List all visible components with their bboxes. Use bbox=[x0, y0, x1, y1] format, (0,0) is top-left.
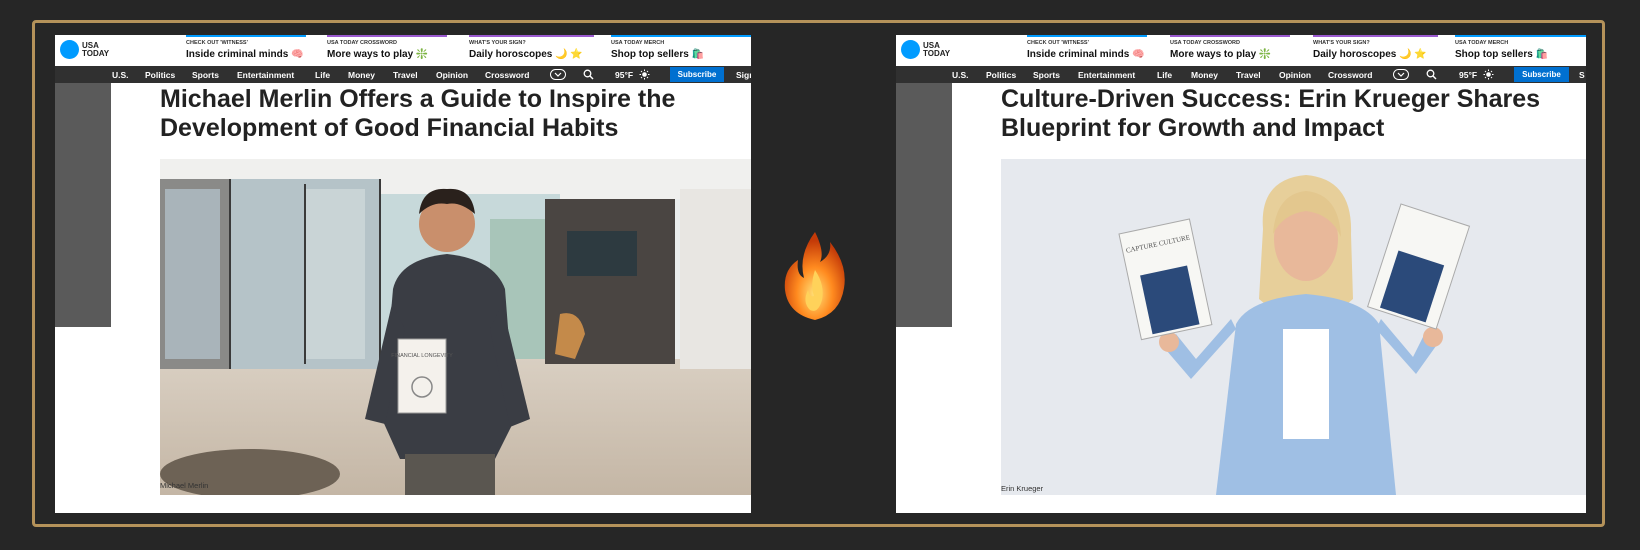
nav-entertainment[interactable]: Entertainment bbox=[237, 70, 294, 80]
nav-crossword[interactable]: Crossword bbox=[485, 70, 529, 80]
subscribe-button[interactable]: Subscribe bbox=[1514, 67, 1569, 82]
fire-icon bbox=[784, 232, 845, 320]
nav-bar: U.S. Politics Sports Entertainment Life … bbox=[55, 66, 751, 83]
article-photo-erin: CAPTURE CULTURE bbox=[1001, 159, 1586, 495]
header-bar: USA TODAY CHECK OUT 'WITNESS' Inside cri… bbox=[55, 35, 751, 66]
promo-witness[interactable]: CHECK OUT 'WITNESS' Inside criminal mind… bbox=[1027, 35, 1147, 66]
grey-sidebar bbox=[55, 83, 111, 327]
promo-horoscopes[interactable]: WHAT'S YOUR SIGN? Daily horoscopes 🌙 ⭐ bbox=[1313, 35, 1438, 66]
article-screenshot-right: USA TODAY CHECK OUT 'WITNESS' Inside cri… bbox=[896, 35, 1586, 513]
nav-money[interactable]: Money bbox=[348, 70, 375, 80]
article-headline: Culture-Driven Success: Erin Krueger Sha… bbox=[1001, 85, 1541, 142]
nav-entertainment[interactable]: Entertainment bbox=[1078, 70, 1135, 80]
promo-title: More ways to play ❇️ bbox=[1170, 49, 1272, 60]
nav-bar: U.S. Politics Sports Entertainment Life … bbox=[896, 66, 1586, 83]
nav-us[interactable]: U.S. bbox=[112, 70, 129, 80]
nav-crossword[interactable]: Crossword bbox=[1328, 70, 1372, 80]
logo-circle-icon bbox=[60, 40, 79, 59]
promo-title: Daily horoscopes 🌙 ⭐ bbox=[469, 49, 583, 60]
logo-line2: TODAY bbox=[82, 48, 110, 58]
promo-merch[interactable]: USA TODAY MERCH Shop top sellers 🛍️ bbox=[1455, 35, 1586, 66]
weather-temp[interactable]: 95°F bbox=[615, 70, 633, 80]
nav-sports[interactable]: Sports bbox=[1033, 70, 1060, 80]
chevron-down-icon[interactable] bbox=[1393, 69, 1409, 80]
promo-kicker: USA TODAY CROSSWORD bbox=[1170, 40, 1240, 46]
usa-today-logo[interactable]: USA TODAY bbox=[60, 40, 122, 59]
promo-kicker: WHAT'S YOUR SIGN? bbox=[1313, 40, 1370, 46]
article-headline: Michael Merlin Offers a Guide to Inspire… bbox=[160, 85, 676, 142]
promo-title: Daily horoscopes 🌙 ⭐ bbox=[1313, 49, 1427, 60]
promo-title: Shop top sellers 🛍️ bbox=[611, 49, 705, 60]
nav-life[interactable]: Life bbox=[1157, 70, 1172, 80]
promo-kicker: USA TODAY MERCH bbox=[611, 40, 665, 46]
promo-kicker: USA TODAY CROSSWORD bbox=[327, 40, 397, 46]
promo-horoscopes[interactable]: WHAT'S YOUR SIGN? Daily horoscopes 🌙 ⭐ bbox=[469, 35, 594, 66]
promo-title: Shop top sellers 🛍️ bbox=[1455, 49, 1549, 60]
promo-merch[interactable]: USA TODAY MERCH Shop top sellers 🛍️ bbox=[611, 35, 751, 66]
sun-icon bbox=[1483, 69, 1494, 80]
article-screenshot-left: USA TODAY CHECK OUT 'WITNESS' Inside cri… bbox=[55, 35, 751, 513]
nav-sports[interactable]: Sports bbox=[192, 70, 219, 80]
article-photo-michael: FINANCIAL LONGEVITY bbox=[160, 159, 751, 495]
grey-sidebar bbox=[896, 83, 952, 327]
nav-money[interactable]: Money bbox=[1191, 70, 1218, 80]
book-title-text: FINANCIAL LONGEVITY bbox=[391, 353, 453, 359]
promo-kicker: USA TODAY MERCH bbox=[1455, 40, 1509, 46]
nav-travel[interactable]: Travel bbox=[1236, 70, 1261, 80]
nav-opinion[interactable]: Opinion bbox=[1279, 70, 1311, 80]
header-bar: USA TODAY CHECK OUT 'WITNESS' Inside cri… bbox=[896, 35, 1586, 66]
sun-icon bbox=[639, 69, 650, 80]
promo-kicker: WHAT'S YOUR SIGN? bbox=[469, 40, 526, 46]
promo-kicker: CHECK OUT 'WITNESS' bbox=[186, 40, 248, 46]
usa-today-logo[interactable]: USA TODAY bbox=[901, 40, 963, 59]
nav-opinion[interactable]: Opinion bbox=[436, 70, 468, 80]
sign-in-link[interactable]: S bbox=[1579, 70, 1585, 80]
promo-title: Inside criminal minds 🧠 bbox=[186, 49, 304, 60]
promo-title: More ways to play ❇️ bbox=[327, 49, 429, 60]
weather-temp[interactable]: 95°F bbox=[1459, 70, 1477, 80]
promo-crossword[interactable]: USA TODAY CROSSWORD More ways to play ❇️ bbox=[327, 35, 447, 66]
search-icon[interactable] bbox=[583, 69, 594, 80]
subscribe-button[interactable]: Subscribe bbox=[670, 67, 724, 82]
promo-kicker: CHECK OUT 'WITNESS' bbox=[1027, 40, 1089, 46]
nav-life[interactable]: Life bbox=[315, 70, 330, 80]
search-icon[interactable] bbox=[1426, 69, 1437, 80]
nav-politics[interactable]: Politics bbox=[145, 70, 175, 80]
photo-caption: Erin Krueger bbox=[1001, 484, 1044, 493]
sign-in-link[interactable]: Sign bbox=[736, 70, 751, 80]
nav-travel[interactable]: Travel bbox=[393, 70, 418, 80]
promo-title: Inside criminal minds 🧠 bbox=[1027, 49, 1145, 60]
nav-us[interactable]: U.S. bbox=[952, 70, 969, 80]
promo-crossword[interactable]: USA TODAY CROSSWORD More ways to play ❇️ bbox=[1170, 35, 1290, 66]
logo-circle-icon bbox=[901, 40, 920, 59]
logo-line2: TODAY bbox=[923, 48, 951, 58]
promo-witness[interactable]: CHECK OUT 'WITNESS' Inside criminal mind… bbox=[186, 35, 306, 66]
nav-politics[interactable]: Politics bbox=[986, 70, 1016, 80]
chevron-down-icon[interactable] bbox=[550, 69, 566, 80]
photo-caption: Michael Merlin bbox=[160, 481, 209, 490]
